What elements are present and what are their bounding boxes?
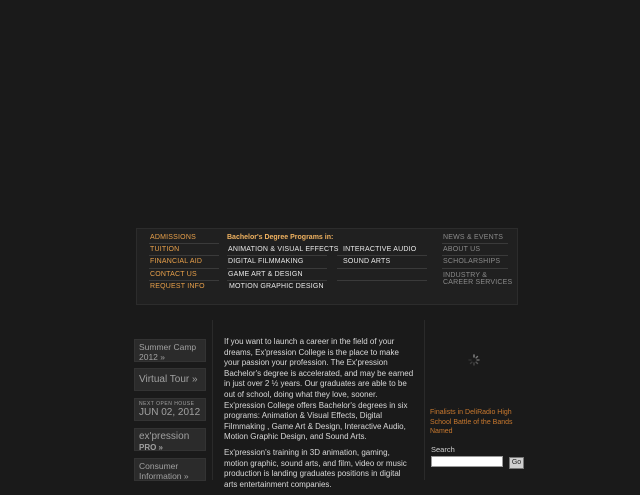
open-house-button[interactable]: NEXT OPEN HOUSE JUN 02, 2012 xyxy=(134,398,206,421)
nav-divider xyxy=(149,268,219,269)
nav-divider xyxy=(337,280,427,281)
expression-pro-button[interactable]: ex'pression PRO » xyxy=(134,428,206,452)
nav-divider xyxy=(227,280,327,281)
nav-divider xyxy=(337,255,427,256)
summer-camp-line2: 2012 » xyxy=(139,352,165,362)
nav-program-interactive-audio[interactable]: INTERACTIVE AUDIO xyxy=(343,246,416,253)
nav-about-us[interactable]: ABOUT US xyxy=(443,246,480,253)
nav-scholarships[interactable]: SCHOLARSHIPS xyxy=(443,258,500,265)
nav-news-events[interactable]: NEWS & EVENTS xyxy=(443,234,503,241)
nav-divider xyxy=(442,243,508,244)
consumer-information-button[interactable]: Consumer Information » xyxy=(134,458,206,481)
go-button[interactable]: Go xyxy=(509,457,524,469)
nav-divider xyxy=(442,268,508,269)
search-input[interactable] xyxy=(431,456,503,467)
nav-program-sound-arts[interactable]: SOUND ARTS xyxy=(343,258,390,265)
summer-camp-button[interactable]: Summer Camp 2012 » xyxy=(134,339,206,362)
search-label: Search xyxy=(431,445,455,454)
column-divider xyxy=(212,320,213,480)
expression-pro-line1: ex'pression xyxy=(139,431,190,442)
nav-industry-career-line2[interactable]: CAREER SERVICES xyxy=(443,279,512,286)
nav-program-animation[interactable]: ANIMATION & VISUAL EFFECTS xyxy=(228,246,339,253)
open-house-date: JUN 02, 2012 xyxy=(139,407,201,418)
nav-program-game-art[interactable]: GAME ART & DESIGN xyxy=(228,271,303,278)
nav-divider xyxy=(337,268,427,269)
nav-admissions[interactable]: ADMISSIONS xyxy=(150,234,196,241)
nav-tuition[interactable]: TUITION xyxy=(150,246,179,253)
main-navigation: ADMISSIONS TUITION FINANCIAL AID CONTACT… xyxy=(136,228,518,305)
virtual-tour-label: Virtual Tour » xyxy=(139,374,198,385)
nav-divider xyxy=(227,255,327,256)
news-headline-link[interactable]: Finalists in DeliRadio High School Battl… xyxy=(430,408,522,437)
nav-divider xyxy=(227,268,327,269)
nav-contact-us[interactable]: CONTACT US xyxy=(150,271,197,278)
virtual-tour-button[interactable]: Virtual Tour » xyxy=(134,368,206,391)
nav-program-motion-graphic[interactable]: MOTION GRAPHIC DESIGN xyxy=(229,283,324,290)
main-content: If you want to launch a career in the fi… xyxy=(224,337,416,495)
nav-divider xyxy=(442,255,508,256)
column-divider xyxy=(424,320,425,480)
intro-paragraph: If you want to launch a career in the fi… xyxy=(224,337,414,442)
training-paragraph: Ex'pression's training in 3D animation, … xyxy=(224,447,407,489)
nav-industry-career-line1[interactable]: INDUSTRY & xyxy=(443,272,487,279)
nav-program-filmmaking[interactable]: DIGITAL FILMMAKING xyxy=(228,258,304,265)
programs-heading: Bachelor's Degree Programs in: xyxy=(227,234,334,241)
nav-divider xyxy=(149,243,219,244)
nav-financial-aid[interactable]: FINANCIAL AID xyxy=(150,258,202,265)
nav-divider xyxy=(149,280,219,281)
expression-pro-line2: PRO » xyxy=(139,443,164,452)
loading-spinner-icon xyxy=(468,354,480,366)
nav-request-info[interactable]: REQUEST INFO xyxy=(150,283,205,290)
summer-camp-line1: Summer Camp xyxy=(139,342,197,352)
nav-divider xyxy=(149,255,219,256)
consumer-line1: Consumer xyxy=(139,461,179,471)
